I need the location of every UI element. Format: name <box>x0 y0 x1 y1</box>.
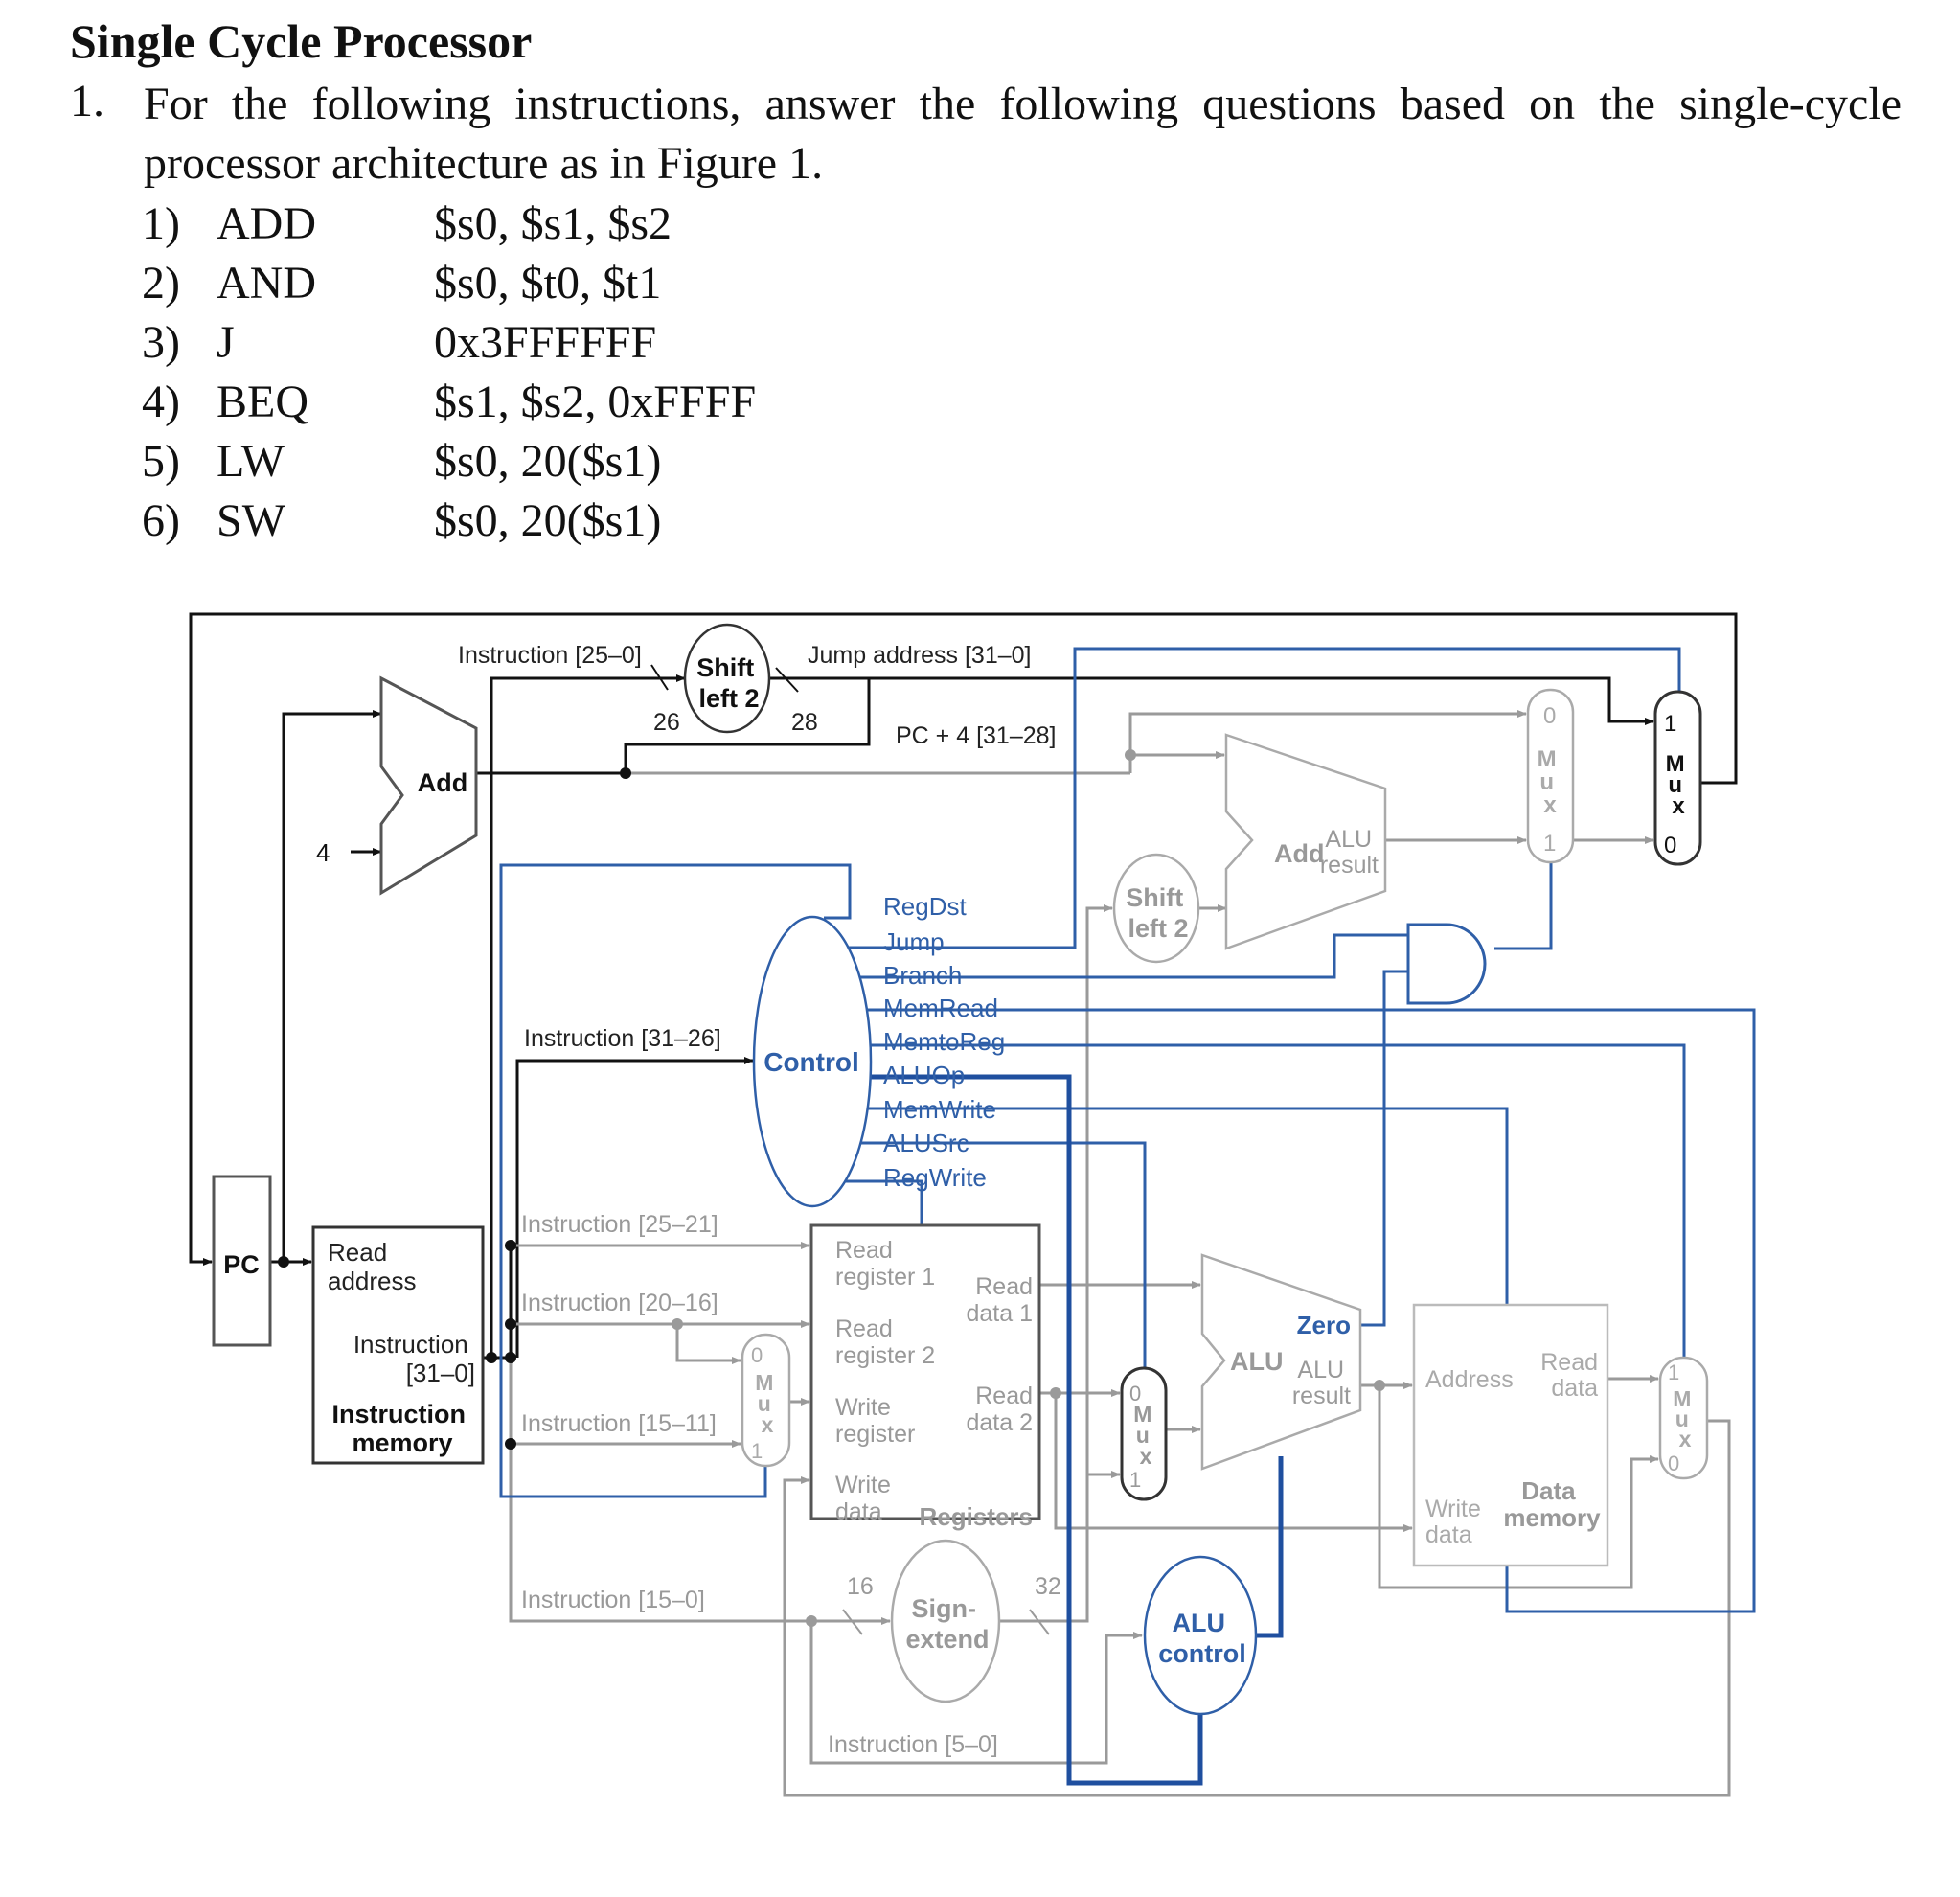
signal-regwrite: RegWrite <box>883 1163 987 1192</box>
wire-alu-control-out <box>1257 1456 1284 1638</box>
registers-title: Registers <box>920 1502 1034 1531</box>
datapath-figure: PC Add 4 Read address Instruction [31–0]… <box>189 612 1756 1797</box>
mux-branch-in0: 0 <box>1543 703 1556 729</box>
signal-memread: MemRead <box>883 994 998 1022</box>
signal-regdst: RegDst <box>883 892 967 921</box>
wire-zero <box>1360 970 1408 1327</box>
signal-memwrite: MemWrite <box>883 1095 996 1124</box>
wire-pcsrc <box>1494 862 1553 950</box>
reg-read-data-2: Read data 2 <box>966 1383 1033 1436</box>
instr-5-0-label: Instruction [5–0] <box>828 1731 998 1758</box>
width-28-label: 28 <box>791 709 818 736</box>
width-16-label: 16 <box>847 1573 874 1600</box>
width-32-label: 32 <box>1035 1573 1061 1600</box>
mux-branch-in1: 1 <box>1543 831 1556 857</box>
pc-adder-label: Add <box>418 768 467 797</box>
instr-25-0-label: Instruction [25–0] <box>458 642 642 669</box>
constant-four: 4 <box>316 838 330 867</box>
mux-alusrc-in1: 1 <box>1129 1468 1141 1492</box>
mux-memtoreg-in1: 1 <box>1668 1360 1679 1384</box>
alu-result-label: ALU result <box>1292 1357 1351 1409</box>
instr-15-11-label: Instruction [15–11] <box>521 1410 717 1437</box>
instr-25-21-label: Instruction [25–21] <box>521 1211 718 1238</box>
mux-jump-in1: 1 <box>1664 711 1676 737</box>
pc4-31-28-label: PC + 4 [31–28] <box>896 722 1056 749</box>
instr-15-0-label: Instruction [15–0] <box>521 1587 705 1613</box>
control-signal-labels: RegDst Jump Branch MemRead MemtoReg ALUO… <box>883 892 1005 1192</box>
branch-adder-label: Add <box>1274 839 1324 868</box>
branch-adder-result: ALU result <box>1320 826 1379 879</box>
mux-jump-in0: 0 <box>1664 833 1676 858</box>
signal-memtoreg: MemtoReg <box>883 1027 1005 1056</box>
signal-alusrc: ALUSrc <box>883 1129 969 1157</box>
signal-branch: Branch <box>883 961 962 990</box>
wire-pc-to-adder <box>282 710 382 1262</box>
mux-regdst-in1: 1 <box>751 1439 763 1463</box>
instr-20-16-label: Instruction [20–16] <box>521 1290 718 1316</box>
gray-wires <box>509 710 1731 1797</box>
and-gate <box>1406 923 1487 1005</box>
instr-31-26-label: Instruction [31–26] <box>524 1025 721 1052</box>
imem-title: Instruction memory <box>331 1400 472 1457</box>
signal-jump: Jump <box>883 927 945 956</box>
mux-memtoreg-in0: 0 <box>1668 1451 1679 1475</box>
wire-instr-25-0 <box>490 674 686 1358</box>
mux-regdst-in0: 0 <box>751 1343 763 1367</box>
alu-zero-label: Zero <box>1297 1311 1351 1339</box>
jump-address-label: Jump address [31–0] <box>808 642 1031 669</box>
alu-label: ALU <box>1230 1347 1284 1376</box>
pc-label: PC <box>223 1250 260 1279</box>
reg-read-data-1: Read data 1 <box>966 1273 1033 1327</box>
width-26-label: 26 <box>653 709 680 736</box>
control-label: Control <box>763 1047 859 1077</box>
signal-aluop: ALUOp <box>883 1061 965 1089</box>
dmem-address: Address <box>1425 1366 1514 1393</box>
